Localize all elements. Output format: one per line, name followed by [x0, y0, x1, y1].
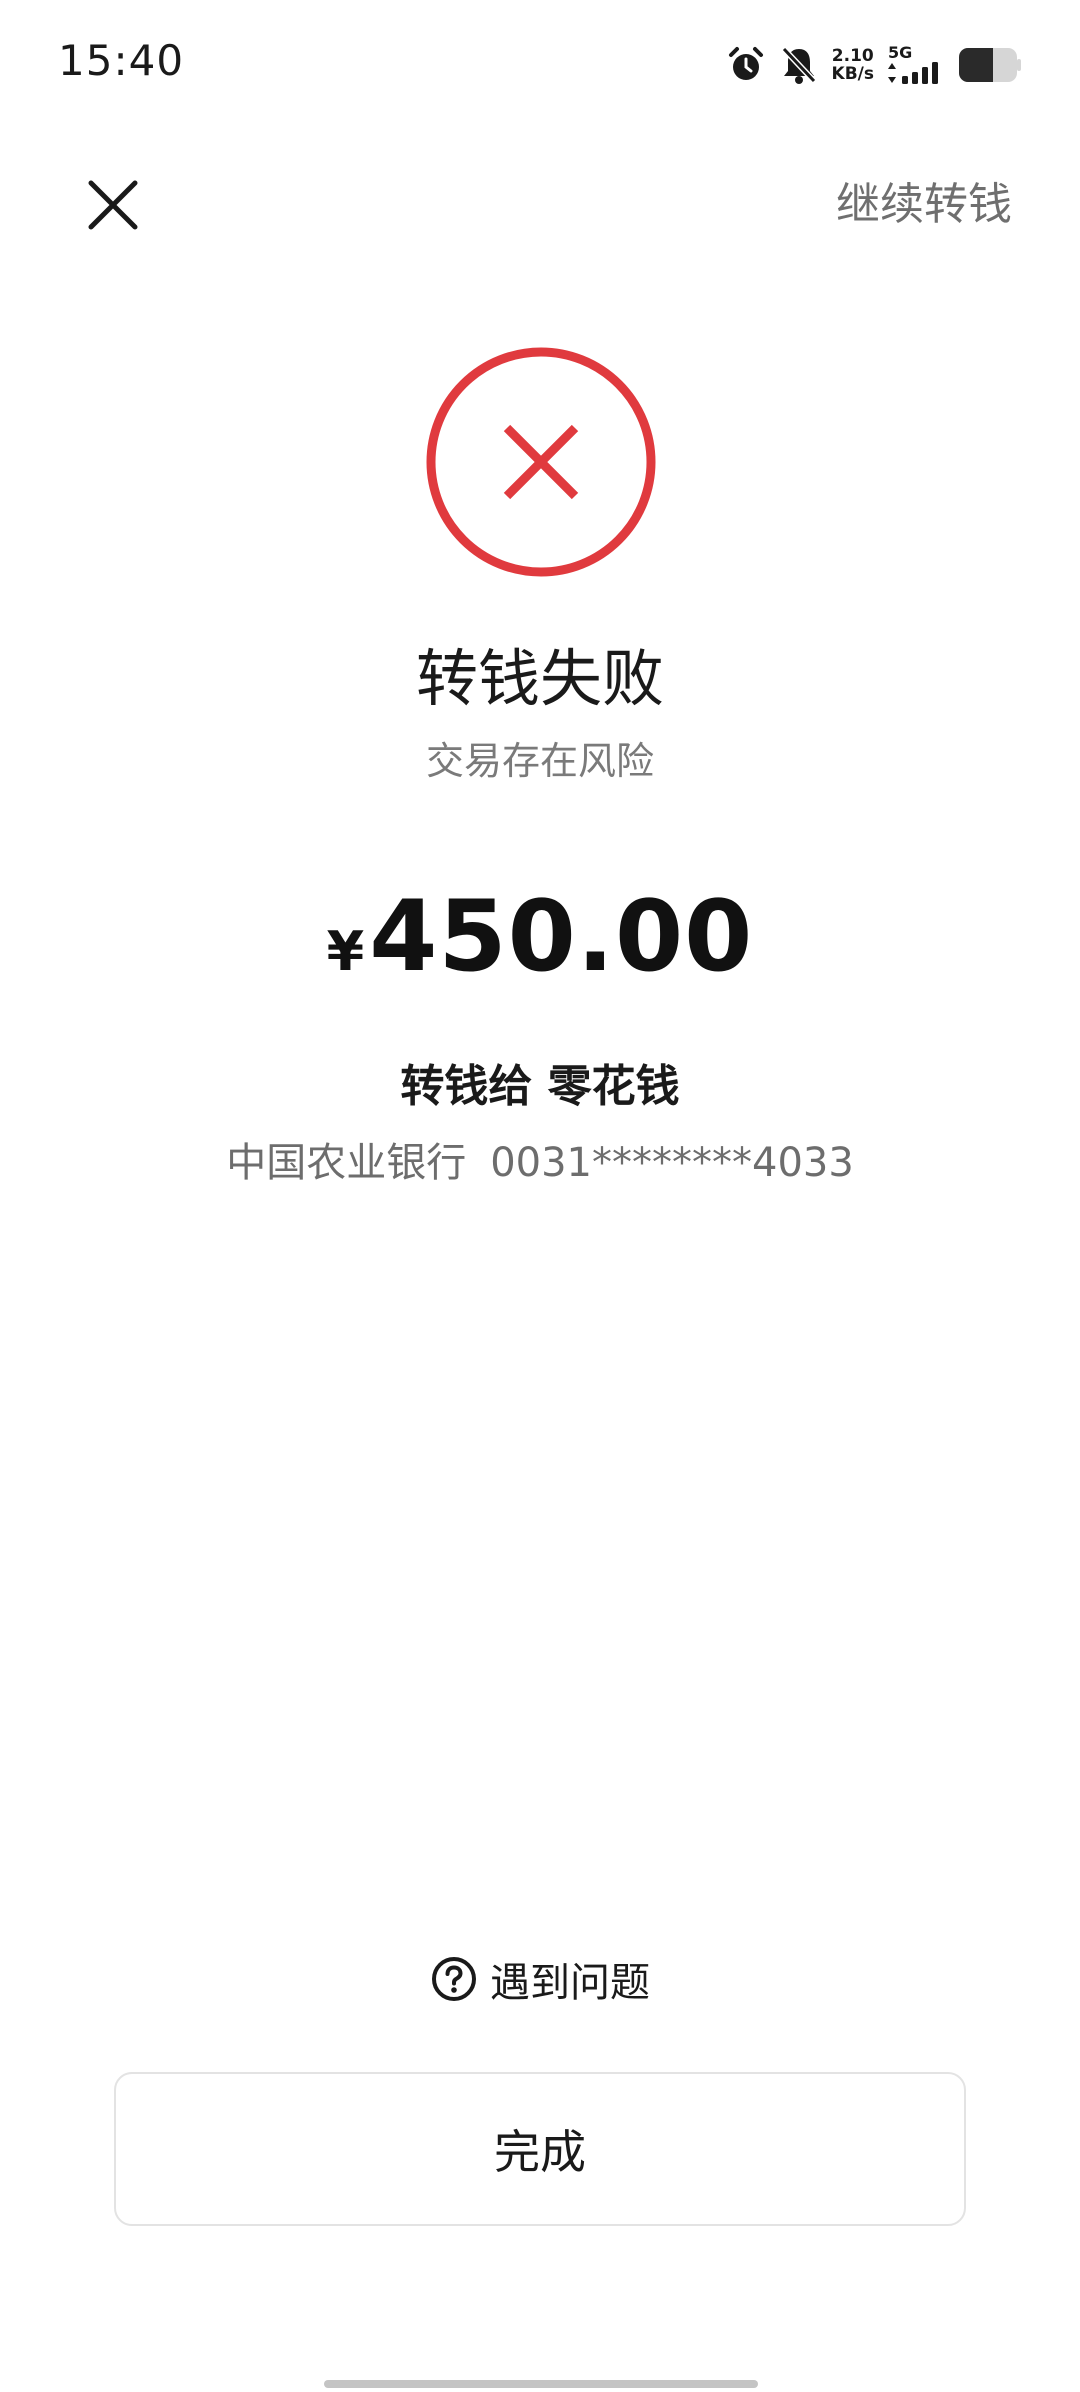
result-title: 转钱失败	[415, 642, 664, 715]
account-number: 0031********4033	[490, 1140, 854, 1186]
transfer-amount: ¥450.00	[0, 880, 1080, 994]
net-speed-unit: KB/s	[831, 64, 874, 84]
recipient-line: 转钱给 零花钱	[400, 1061, 680, 1112]
home-indicator[interactable]	[324, 2380, 758, 2388]
signal-icon	[888, 62, 938, 84]
amount-value: 450.00	[369, 880, 754, 994]
result-subtitle: 交易存在风险	[425, 739, 654, 783]
bank-account-line: 中国农业银行 0031********4033	[0, 1130, 1080, 1188]
currency-symbol: ¥	[326, 920, 366, 983]
alarm-icon	[728, 47, 763, 80]
transfer-result-screen: 15:40 2.10 KB/s 5G 继续转钱 转钱失败 交易存在风险 ¥450…	[0, 0, 1080, 2392]
status-bar: 15:40 2.10 KB/s 5G	[0, 0, 1080, 120]
bell-off-icon	[781, 46, 816, 84]
continue-transfer-button[interactable]: 继续转钱	[836, 168, 1012, 232]
bank-name: 中国农业银行	[226, 1140, 467, 1186]
network-type: 5G	[888, 43, 913, 62]
close-button[interactable]	[80, 172, 146, 238]
close-icon	[88, 180, 138, 230]
error-circle-x-icon	[426, 347, 656, 577]
help-link[interactable]: 遇到问题	[0, 1950, 1080, 2008]
status-icons: 2.10 KB/s 5G	[726, 40, 1022, 90]
cellular-signal: 5G	[888, 45, 944, 85]
status-time: 15:40	[58, 36, 185, 85]
net-speed: 2.10 KB/s	[832, 47, 874, 83]
question-circle-icon	[432, 1957, 476, 2001]
battery-icon	[959, 48, 1021, 82]
help-label: 遇到问题	[490, 1960, 650, 2006]
done-button[interactable]: 完成	[114, 2072, 966, 2226]
net-speed-value: 2.10	[831, 46, 874, 66]
